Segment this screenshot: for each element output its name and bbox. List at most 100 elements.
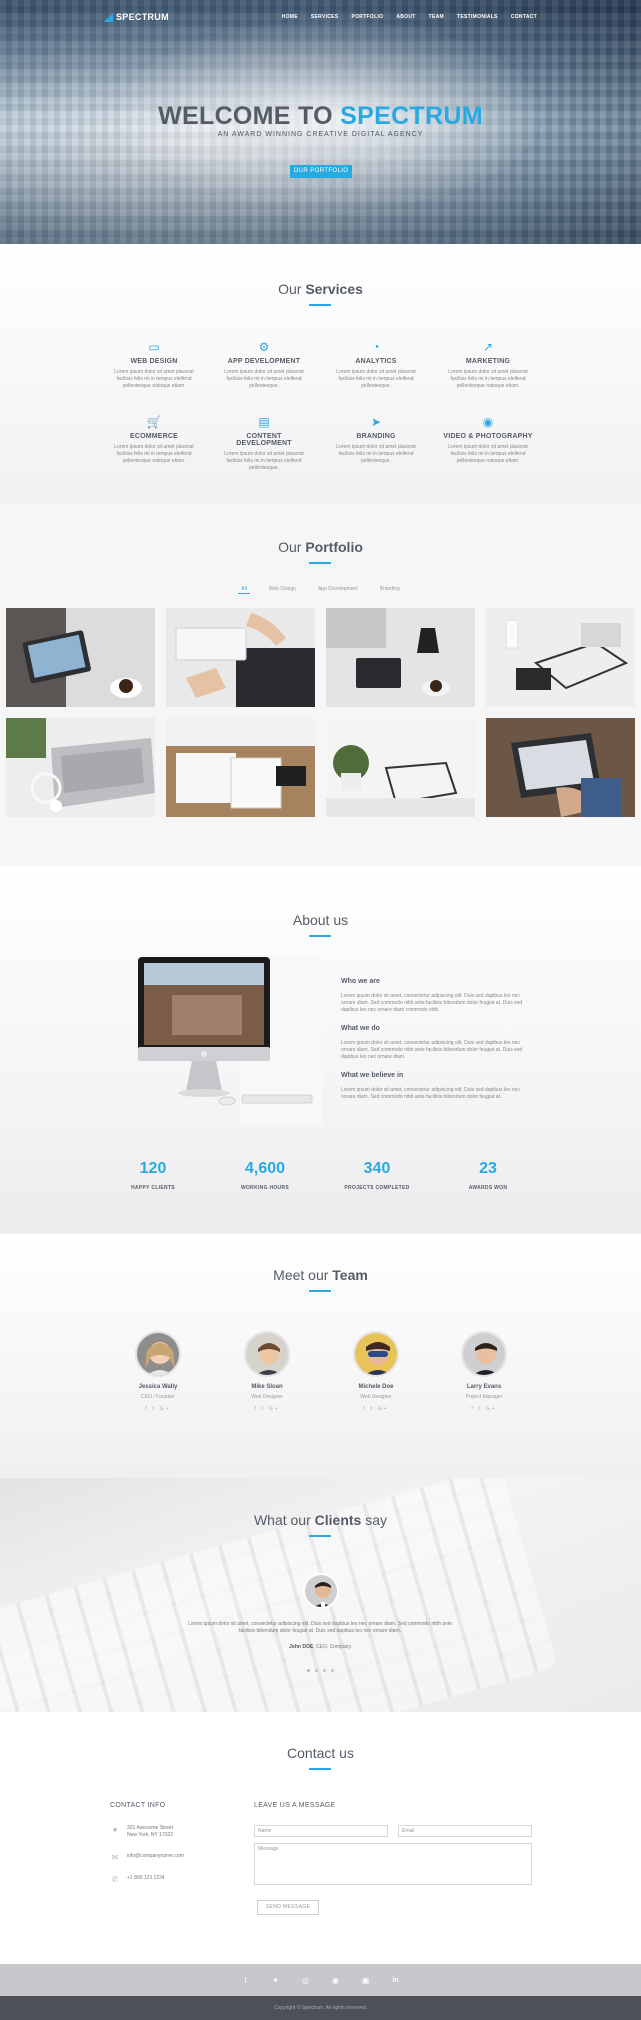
carousel-dot[interactable] (323, 1669, 326, 1672)
hero-section: SPECTRUM HOME SERVICES PORTFOLIO ABOUT T… (0, 0, 641, 244)
contact-phone: ✆ +1 800 123 1234 (111, 1875, 165, 1884)
carousel-dots (0, 1669, 641, 1672)
brand-logo[interactable]: SPECTRUM (104, 12, 169, 22)
camera-icon: ◉ (482, 415, 494, 429)
brand-name: SPECTRUM (116, 12, 169, 22)
name-field[interactable]: Name (254, 1825, 388, 1837)
portfolio-image (326, 718, 475, 817)
service-marketing[interactable]: ↗ MARKETING Lorem ipsum dolor sit amet p… (443, 340, 533, 390)
portfolio-item-6[interactable] (166, 718, 315, 817)
service-app-development[interactable]: ⚙ APP DEVELOPMENT Lorem ipsum dolor sit … (219, 340, 309, 390)
testimonial-author: John DOE, CEO, Company. (289, 1644, 352, 1650)
contact-info-heading: CONTACT INFO (110, 1802, 166, 1809)
portfolio-image (166, 608, 315, 707)
portfolio-image (6, 608, 155, 707)
nav-about[interactable]: ABOUT (396, 14, 415, 20)
about-text-who: Lorem ipsum dolor sit amet, consectetur … (341, 993, 523, 1013)
testimonials-section: What our Clients say Lorem ipsum dolor s… (0, 1478, 641, 1712)
portfolio-image (166, 718, 315, 817)
stat-happy-clients-value: 120 (139, 1160, 167, 1177)
service-analytics[interactable]: ◔ ANALYTICS Lorem ipsum dolor sit amet p… (331, 340, 421, 390)
portfolio-image (6, 718, 155, 817)
contact-email: ✉ info@companyname.com (111, 1853, 184, 1862)
stat-awards-label: AWARDS WON (468, 1185, 508, 1191)
portfolio-item-4[interactable] (486, 608, 635, 707)
social-links[interactable]: f 𝕥 G+ (227, 1406, 307, 1412)
avatar (135, 1331, 181, 1377)
social-links[interactable]: f 𝕥 G+ (118, 1406, 198, 1412)
service-branding[interactable]: ➤ BRANDING Lorem ipsum dolor sit amet pl… (331, 415, 421, 465)
testimonials-title: What our Clients say (253, 1512, 388, 1528)
filter-web-design[interactable]: Web Design (266, 585, 299, 594)
map-pin-icon: ● (112, 1825, 118, 1834)
nav-services[interactable]: SERVICES (311, 14, 339, 20)
envelope-icon: ✉ (111, 1853, 119, 1862)
nav-team[interactable]: TEAM (429, 14, 444, 20)
portfolio-item-1[interactable] (6, 608, 155, 707)
team-member-jessica: Jessica Wally CEO / Founder f 𝕥 G+ (118, 1331, 198, 1412)
phone-icon: ✆ (111, 1875, 119, 1884)
stat-awards-value: 23 (479, 1160, 497, 1177)
avatar (353, 1331, 399, 1377)
avatar (244, 1331, 290, 1377)
our-portfolio-button[interactable]: OUR PORTFOLIO (290, 165, 352, 178)
carousel-dot[interactable] (307, 1669, 310, 1672)
about-heading-believe: What we believe in (341, 1072, 404, 1079)
social-links[interactable]: f 𝕥 G+ (336, 1406, 416, 1412)
portfolio-image (486, 608, 635, 707)
service-content-development[interactable]: ▤ CONTENT DEVELOPMENT Lorem ipsum dolor … (219, 415, 309, 472)
team-member-michele: Michele Doe Web Designer f 𝕥 G+ (336, 1331, 416, 1412)
nav-home[interactable]: HOME (282, 14, 298, 20)
pie-chart-icon: ◔ (372, 340, 380, 354)
filter-branding[interactable]: Branding (377, 585, 403, 594)
nav-portfolio[interactable]: PORTFOLIO (351, 14, 383, 20)
carousel-dot[interactable] (315, 1669, 318, 1672)
filter-app-development[interactable]: App Development (315, 585, 361, 594)
hero-title: WELCOME TO SPECTRUM (158, 102, 483, 130)
footer-copyright: Copyright © Spectrum. All rights reserve… (0, 1996, 641, 2020)
about-text-believe: Lorem ipsum dolor sit amet, consectetur … (341, 1087, 520, 1100)
stat-projects-value: 340 (363, 1160, 391, 1177)
portfolio-item-3[interactable] (326, 608, 475, 707)
portfolio-item-7[interactable] (326, 718, 475, 817)
avatar (461, 1331, 507, 1377)
imac-illustration (138, 955, 322, 1125)
facebook-icon[interactable]: f (241, 1976, 251, 1985)
portfolio-image (326, 608, 475, 707)
message-field[interactable]: Message (254, 1843, 532, 1885)
contact-address: ● 321 Awesome Street New York, NY 17022 (110, 1825, 173, 1839)
hero-title-highlight: SPECTRUM (340, 102, 483, 130)
email-field[interactable]: Email (398, 1825, 532, 1837)
service-ecommerce[interactable]: 🛒 ECOMMERCE Lorem ipsum dolor sit amet p… (109, 415, 199, 465)
portfolio-item-5[interactable] (6, 718, 155, 817)
instagram-icon[interactable]: ▣ (361, 1976, 371, 1985)
portfolio-item-8[interactable] (486, 718, 635, 817)
service-video-photography[interactable]: ◉ VIDEO & PHOTOGRAPHY Lorem ipsum dolor … (443, 415, 533, 465)
about-heading-who: Who we are (341, 978, 380, 985)
footer-social-bar: f ✦ ◎ ◉ ▣ in (0, 1964, 641, 1996)
social-links[interactable]: f 𝕥 G+ (444, 1406, 524, 1412)
twitter-icon[interactable]: ✦ (271, 1976, 281, 1985)
filter-all[interactable]: All (238, 585, 250, 594)
linkedin-icon[interactable]: in (391, 1977, 401, 1984)
carousel-dot[interactable] (331, 1669, 334, 1672)
nav-contact[interactable]: CONTACT (511, 14, 537, 20)
stat-projects-label: PROJECTS COMPLETED (344, 1185, 410, 1191)
about-text-what: Lorem ipsum dolor sit amet, consectetur … (341, 1040, 523, 1060)
contact-title: Contact us (287, 1745, 354, 1761)
portfolio-item-2[interactable] (166, 608, 315, 707)
nav-testimonials[interactable]: TESTIMONIALS (457, 14, 498, 20)
client-avatar (303, 1573, 339, 1609)
team-member-mike: Mike Sloan Web Designer f 𝕥 G+ (227, 1331, 307, 1412)
dribbble-icon[interactable]: ◎ (301, 1976, 311, 1985)
portfolio-title: Our Portfolio (278, 539, 363, 555)
github-icon[interactable]: ◉ (331, 1976, 341, 1985)
stat-working-hours-value: 4,600 (244, 1160, 286, 1177)
monitor-icon: ▭ (148, 340, 160, 354)
team-title: Meet our Team (273, 1267, 368, 1283)
logo-mark-icon (104, 12, 113, 22)
send-message-button[interactable]: SEND MESSAGE (257, 1900, 319, 1915)
line-chart-icon: ↗ (482, 340, 494, 354)
gears-icon: ⚙ (258, 340, 270, 354)
service-web-design[interactable]: ▭ WEB DESIGN Lorem ipsum dolor sit amet … (109, 340, 199, 390)
